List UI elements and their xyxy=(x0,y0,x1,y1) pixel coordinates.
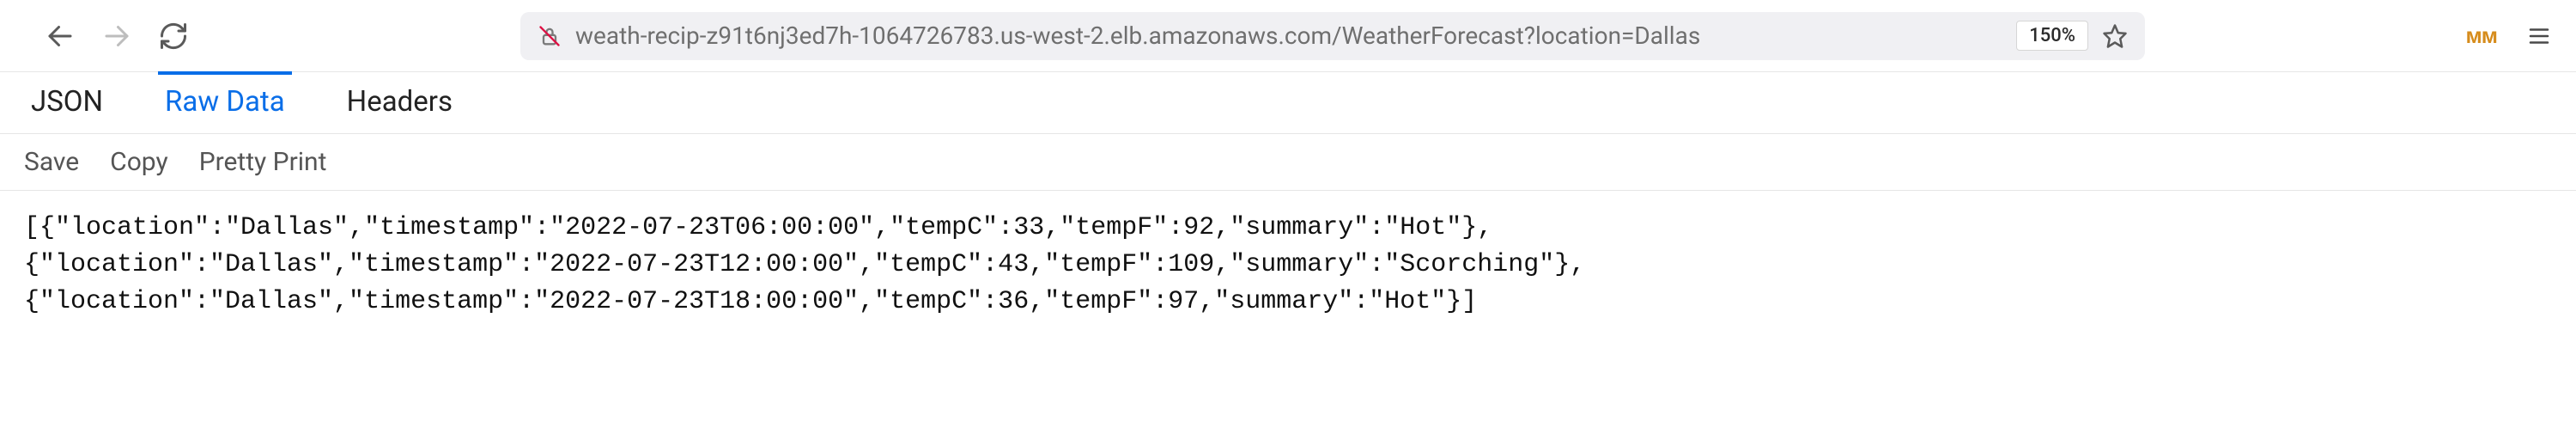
browser-toolbar: weath-recip-z91t6nj3ed7h-1064726783.us-w… xyxy=(0,0,2576,72)
tab-headers[interactable]: Headers xyxy=(340,75,459,133)
extension-icon[interactable]: ᴍᴍ xyxy=(2466,22,2497,49)
tab-json[interactable]: JSON xyxy=(24,75,110,133)
toolbar-right: ᴍᴍ xyxy=(2466,22,2552,49)
viewer-tabs: JSON Raw Data Headers xyxy=(0,72,2576,134)
hamburger-icon xyxy=(2526,23,2552,49)
app-menu-button[interactable] xyxy=(2526,23,2552,49)
tab-raw-data[interactable]: Raw Data xyxy=(158,71,292,133)
action-bar: Save Copy Pretty Print xyxy=(0,134,2576,191)
copy-button[interactable]: Copy xyxy=(110,147,168,177)
arrow-left-icon xyxy=(45,21,76,52)
reload-button[interactable] xyxy=(155,17,192,55)
url-text: weath-recip-z91t6nj3ed7h-1064726783.us-w… xyxy=(575,21,2002,50)
address-bar[interactable]: weath-recip-z91t6nj3ed7h-1064726783.us-w… xyxy=(520,12,2145,60)
bookmark-button[interactable] xyxy=(2102,23,2128,49)
reload-icon xyxy=(158,21,189,52)
save-button[interactable]: Save xyxy=(24,147,79,177)
insecure-lock-icon xyxy=(538,24,562,48)
back-button[interactable] xyxy=(41,17,79,55)
star-icon xyxy=(2102,23,2128,49)
zoom-badge[interactable]: 150% xyxy=(2016,21,2088,51)
response-body[interactable]: [{"location":"Dallas","timestamp":"2022-… xyxy=(0,191,2576,340)
forward-button[interactable] xyxy=(98,17,136,55)
arrow-right-icon xyxy=(101,21,132,52)
pretty-print-button[interactable]: Pretty Print xyxy=(199,147,327,177)
